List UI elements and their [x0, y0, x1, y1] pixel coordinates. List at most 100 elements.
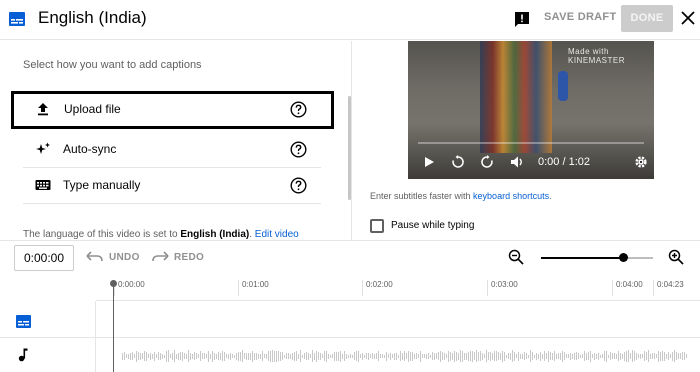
- waveform-bar: [136, 350, 137, 362]
- waveform-bar: [196, 353, 197, 359]
- waveform-bar: [284, 354, 285, 358]
- waveform-bar: [506, 354, 507, 358]
- waveform-bar: [138, 352, 139, 360]
- waveform-bar: [630, 353, 631, 359]
- waveform-bar: [440, 350, 441, 362]
- waveform-bar: [414, 353, 415, 359]
- pause-while-typing-checkbox[interactable]: [370, 219, 384, 233]
- waveform-bar: [458, 352, 459, 360]
- waveform-bar: [556, 353, 557, 359]
- zoom-in-icon[interactable]: [668, 249, 684, 265]
- waveform-bar: [512, 350, 513, 362]
- video-progress-bar[interactable]: [418, 142, 644, 144]
- waveform-bar: [542, 353, 543, 359]
- waveform-bar: [666, 353, 667, 359]
- waveform-bar: [676, 352, 677, 360]
- time-ruler[interactable]: 0:00:00 0:01:00 0:02:00 0:03:00 0:04:00 …: [96, 276, 700, 301]
- waveform-bar: [300, 350, 301, 362]
- waveform-bar: [234, 354, 235, 358]
- option-label: Type manually: [63, 178, 141, 192]
- waveform-bar: [214, 352, 215, 360]
- panel-scrollbar[interactable]: [348, 96, 351, 200]
- waveform-bar: [396, 352, 397, 360]
- pause-while-typing-label[interactable]: Pause while typing: [391, 220, 474, 231]
- waveform-bar: [594, 352, 595, 360]
- waveform-bar: [452, 352, 453, 360]
- subtitles-track-icon: [16, 315, 31, 328]
- waveform-bar: [312, 350, 313, 362]
- waveform-bar: [204, 353, 205, 359]
- edit-video-link[interactable]: Edit video: [255, 229, 299, 240]
- playhead[interactable]: [113, 281, 114, 372]
- waveform-bar: [488, 352, 489, 360]
- keyboard-shortcuts-link[interactable]: keyboard shortcuts: [473, 191, 549, 201]
- timecode-input[interactable]: 0:00:00: [14, 245, 74, 271]
- upload-file-option[interactable]: Upload file: [11, 91, 334, 129]
- waveform-bar: [216, 353, 217, 359]
- waveform-bar: [184, 353, 185, 359]
- waveform-bar: [178, 352, 179, 360]
- waveform-bar: [460, 350, 461, 362]
- waveform-bar: [292, 352, 293, 360]
- video-player[interactable]: Made with KINEMASTER 0:00 / 1:02: [408, 41, 654, 179]
- waveform-bar: [192, 353, 193, 359]
- forward-icon[interactable]: [480, 155, 494, 169]
- waveform-bar: [258, 353, 259, 359]
- waveform-bar: [574, 352, 575, 360]
- waveform-bar: [498, 352, 499, 360]
- waveform-bar: [208, 350, 209, 362]
- waveform-bar: [654, 353, 655, 359]
- waveform-bar: [186, 353, 187, 359]
- waveform-bar: [540, 351, 541, 361]
- waveform-bar: [472, 350, 473, 362]
- waveform-bar: [490, 351, 491, 361]
- help-icon[interactable]: [290, 101, 307, 118]
- waveform-bar: [560, 352, 561, 360]
- type-manually-option[interactable]: Type manually: [11, 167, 334, 205]
- timeline-toolbar: 0:00:00 UNDO REDO: [0, 240, 700, 276]
- zoom-slider-thumb[interactable]: [619, 253, 628, 262]
- zoom-slider-track[interactable]: [541, 257, 653, 259]
- waveform-bar: [394, 352, 395, 360]
- waveform-bar: [194, 352, 195, 360]
- waveform-bar: [182, 351, 183, 361]
- waveform-bar: [634, 351, 635, 361]
- waveform-bar: [180, 352, 181, 360]
- waveform-bar: [454, 350, 455, 362]
- waveform-bar: [614, 353, 615, 359]
- waveform-bar: [662, 351, 663, 361]
- waveform-bar: [156, 354, 157, 358]
- volume-icon[interactable]: [510, 155, 524, 169]
- waveform-bar: [684, 352, 685, 360]
- zoom-out-icon[interactable]: [508, 249, 524, 265]
- waveform-bar: [320, 352, 321, 360]
- waveform-bar: [514, 351, 515, 361]
- play-icon[interactable]: [422, 155, 436, 169]
- rewind-icon[interactable]: [451, 155, 465, 169]
- timeline[interactable]: 0:00:00 0:01:00 0:02:00 0:03:00 0:04:00 …: [0, 276, 700, 372]
- waveform-bar: [326, 350, 327, 362]
- waveform-bar: [126, 354, 127, 358]
- feedback-icon[interactable]: [513, 11, 531, 29]
- music-note-icon: [18, 348, 28, 362]
- help-icon[interactable]: [290, 177, 307, 194]
- waveform-bar: [336, 351, 337, 361]
- playhead-handle[interactable]: [110, 280, 117, 287]
- waveform-bar: [290, 353, 291, 359]
- done-button[interactable]: DONE: [621, 5, 673, 32]
- waveform-bar: [436, 353, 437, 359]
- track-divider: [0, 337, 700, 338]
- save-draft-button[interactable]: SAVE DRAFT: [544, 11, 616, 23]
- waveform-bar: [246, 352, 247, 360]
- settings-icon[interactable]: [634, 155, 648, 169]
- waveform-bar: [386, 351, 387, 361]
- sparkle-icon: [36, 142, 50, 154]
- waveform-bar: [288, 353, 289, 359]
- waveform-bar: [268, 351, 269, 361]
- help-icon[interactable]: [290, 141, 307, 158]
- ruler-tick: 0:04:23: [653, 280, 684, 296]
- auto-sync-option[interactable]: Auto-sync: [11, 131, 334, 169]
- waveform-bar: [408, 350, 409, 362]
- close-icon[interactable]: [681, 11, 695, 25]
- shortcuts-prefix: Enter subtitles faster with: [370, 191, 474, 201]
